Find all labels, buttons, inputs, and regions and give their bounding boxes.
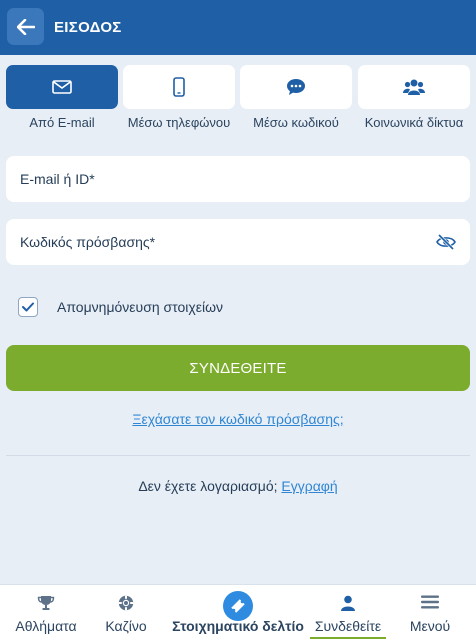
bottom-navigation: Αθλήματα Καζίνο Στοιχηματικό δελτίο Συνδ… bbox=[0, 584, 476, 640]
nav-casino[interactable]: Καζίνο bbox=[92, 585, 160, 640]
tab-phone[interactable]: Μέσω τηλεφώνου bbox=[123, 65, 235, 133]
nav-menu[interactable]: Μενού bbox=[388, 585, 472, 640]
tab-phone-label: Μέσω τηλεφώνου bbox=[127, 115, 231, 130]
chat-bubble-icon bbox=[287, 79, 305, 95]
arrow-left-icon bbox=[16, 18, 35, 35]
nav-sports[interactable]: Αθλήματα bbox=[0, 585, 92, 640]
checkmark-icon bbox=[22, 302, 34, 312]
register-prompt-line: Δεν έχετε λογαριασμό; Εγγραφή bbox=[0, 478, 476, 494]
login-button[interactable]: ΣΥΝΔΕΘΕΙΤΕ bbox=[6, 345, 470, 391]
user-icon bbox=[341, 595, 355, 611]
menu-icon bbox=[421, 595, 439, 609]
forgot-password-link[interactable]: Ξεχάσατε τον κωδικό πρόσβασης; bbox=[0, 411, 476, 427]
top-bar: ΕΙΣΟΔΟΣ bbox=[0, 0, 476, 55]
register-link[interactable]: Εγγραφή bbox=[281, 478, 337, 494]
ticket-icon bbox=[231, 599, 245, 613]
login-method-tabs: Από E-mail Μέσω τηλεφώνου Μέσω κωδικού Κ… bbox=[6, 65, 470, 133]
envelope-icon bbox=[52, 80, 72, 94]
divider bbox=[6, 455, 470, 456]
tab-social-label: Κοινωνικά δίκτυα bbox=[364, 115, 464, 130]
register-prompt: Δεν έχετε λογαριασμό; bbox=[138, 478, 278, 494]
tab-email[interactable]: Από E-mail bbox=[6, 65, 118, 133]
remember-label: Απομνημόνευση στοιχείων bbox=[57, 299, 224, 315]
mobile-phone-icon bbox=[173, 77, 185, 97]
tab-code[interactable]: Μέσω κωδικού bbox=[240, 65, 352, 133]
trophy-icon bbox=[37, 596, 55, 610]
nav-menu-label: Μενού bbox=[409, 618, 451, 634]
nav-casino-label: Καζίνο bbox=[105, 618, 147, 634]
tab-email-label: Από E-mail bbox=[29, 115, 95, 130]
nav-login[interactable]: Συνδεθείτε bbox=[310, 585, 386, 640]
nav-betslip[interactable]: Στοιχηματικό δελτίο bbox=[170, 585, 306, 640]
page-title: ΕΙΣΟΔΟΣ bbox=[54, 19, 122, 36]
tab-code-label: Μέσω κωδικού bbox=[253, 115, 339, 130]
email-field[interactable]: E-mail ή ID* bbox=[6, 156, 470, 202]
remember-me[interactable]: Απομνημόνευση στοιχείων bbox=[18, 295, 223, 319]
betslip-badge bbox=[223, 591, 253, 621]
password-field[interactable]: Κωδικός πρόσβασης* bbox=[6, 219, 470, 265]
eye-slash-icon[interactable] bbox=[436, 233, 456, 251]
back-button[interactable] bbox=[7, 8, 44, 45]
casino-chip-icon bbox=[118, 595, 134, 611]
email-field-label: E-mail ή ID* bbox=[20, 171, 95, 187]
users-icon bbox=[403, 79, 425, 95]
remember-checkbox[interactable] bbox=[18, 297, 38, 317]
tab-social[interactable]: Κοινωνικά δίκτυα bbox=[358, 65, 470, 133]
nav-betslip-label: Στοιχηματικό δελτίο bbox=[172, 618, 304, 634]
password-field-label: Κωδικός πρόσβασης* bbox=[20, 234, 156, 250]
